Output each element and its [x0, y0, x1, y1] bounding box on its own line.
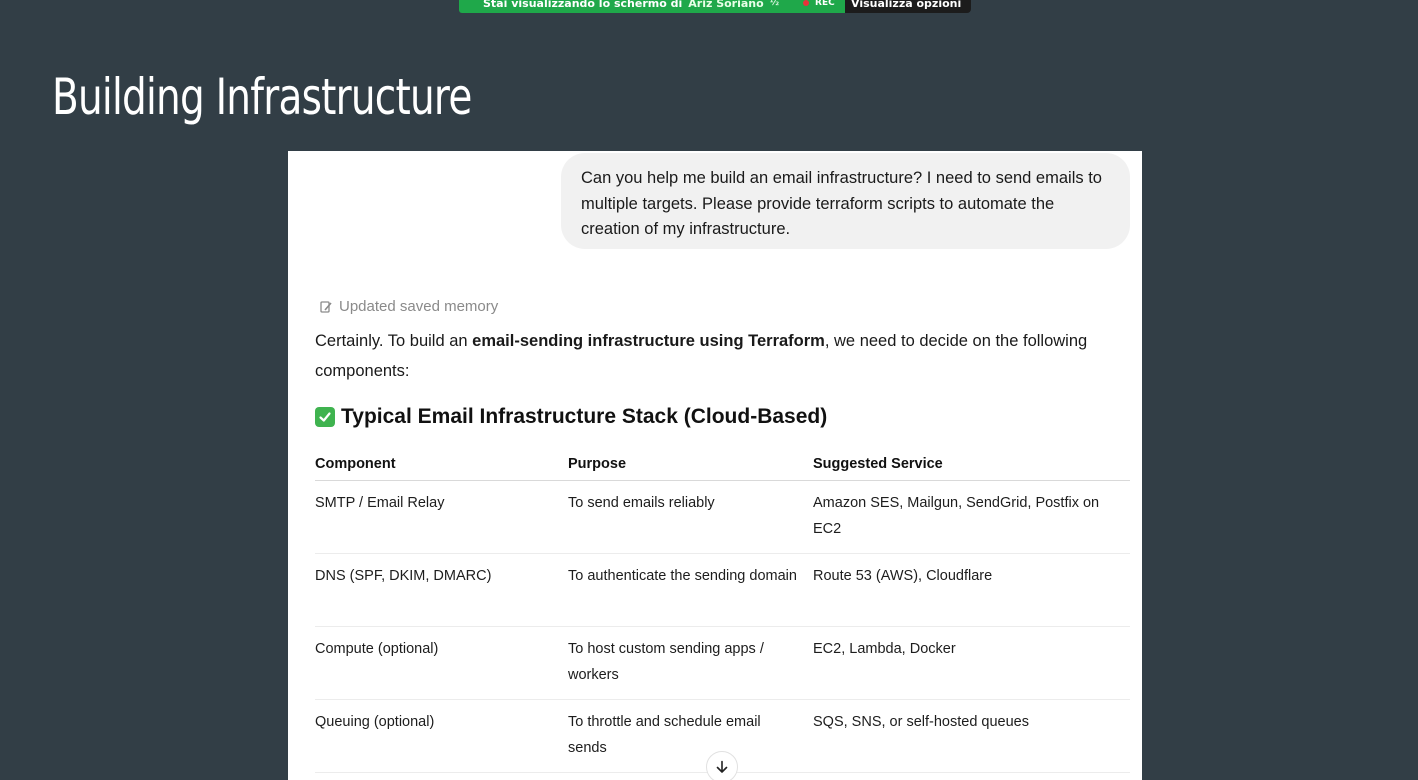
arrow-down-icon	[716, 760, 728, 773]
header-component: Component	[315, 456, 396, 472]
cell-purpose: To host custom sending apps / workers	[568, 641, 764, 683]
header-suggested-service: Suggested Service	[813, 456, 943, 472]
view-options-button[interactable]: Visualizza opzioni	[845, 0, 971, 13]
memory-notice-text: Updated saved memory	[339, 298, 499, 315]
section-heading-text: Typical Email Infrastructure Stack (Clou…	[341, 405, 828, 428]
share-indicator: ½	[769, 0, 780, 8]
intro-text-bold: email-sending infrastructure using Terra…	[472, 332, 825, 350]
recording-dot-icon	[803, 0, 810, 6]
section-heading: Typical Email Infrastructure Stack (Clou…	[315, 405, 827, 429]
infrastructure-table: Component Purpose Suggested Service SMTP…	[315, 452, 1130, 773]
user-message-bubble: Can you help me build an email infrastru…	[561, 153, 1130, 249]
table-header-row: Component Purpose Suggested Service	[315, 452, 1130, 481]
cell-service: SQS, SNS, or self-hosted queues	[813, 714, 1029, 730]
table-row: SMTP / Email Relay To send emails reliab…	[315, 481, 1130, 554]
slide-title: Building Infrastructure	[52, 68, 472, 126]
share-status-text: Stai visualizzando lo schermo di	[483, 0, 683, 10]
cell-purpose: To throttle and schedule email sends	[568, 714, 761, 756]
cell-service: Amazon SES, Mailgun, SendGrid, Postfix o…	[813, 495, 1100, 537]
cell-service: Route 53 (AWS), Cloudflare	[813, 568, 993, 584]
cell-purpose: To send emails reliably	[568, 495, 715, 511]
cell-component: DNS (SPF, DKIM, DMARC)	[315, 568, 492, 584]
intro-text-start: Certainly. To build an	[315, 332, 473, 350]
header-purpose: Purpose	[568, 456, 627, 472]
memory-notice[interactable]: Updated saved memory	[319, 298, 498, 315]
cell-component: SMTP / Email Relay	[315, 495, 445, 511]
share-status: Stai visualizzando lo schermo di Ariz So…	[459, 0, 845, 13]
screen-share-banner: Stai visualizzando lo schermo di Ariz So…	[459, 0, 971, 13]
cell-component: Queuing (optional)	[315, 714, 435, 730]
cell-service: EC2, Lambda, Docker	[813, 641, 956, 657]
cell-purpose: To authenticate the sending domain	[568, 568, 797, 584]
presenter-name: Ariz Soriano	[688, 0, 764, 10]
assistant-intro: Certainly. To build an email-sending inf…	[315, 326, 1130, 386]
scroll-down-button[interactable]	[706, 751, 738, 780]
cell-component: Compute (optional)	[315, 641, 439, 657]
table-row: DNS (SPF, DKIM, DMARC) To authenticate t…	[315, 554, 1130, 627]
table-row: Compute (optional) To host custom sendin…	[315, 627, 1130, 700]
check-mark-icon	[315, 407, 335, 427]
recording-label: REC	[815, 0, 835, 8]
chat-panel: Can you help me build an email infrastru…	[288, 151, 1142, 780]
memory-edit-icon	[320, 300, 332, 313]
user-message-text: Can you help me build an email infrastru…	[581, 169, 1102, 238]
